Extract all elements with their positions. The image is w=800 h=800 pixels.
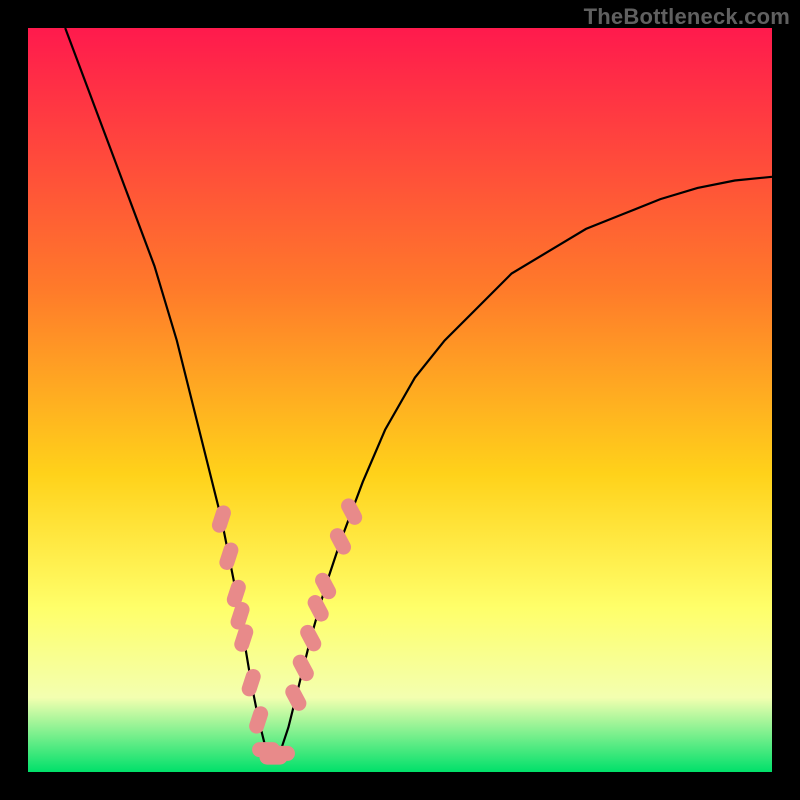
attribution-label: TheBottleneck.com <box>584 4 790 30</box>
chart-svg <box>28 28 772 772</box>
chart-frame: TheBottleneck.com <box>0 0 800 800</box>
plot-area <box>28 28 772 772</box>
gradient-background <box>28 28 772 772</box>
curve-marker <box>267 746 295 761</box>
